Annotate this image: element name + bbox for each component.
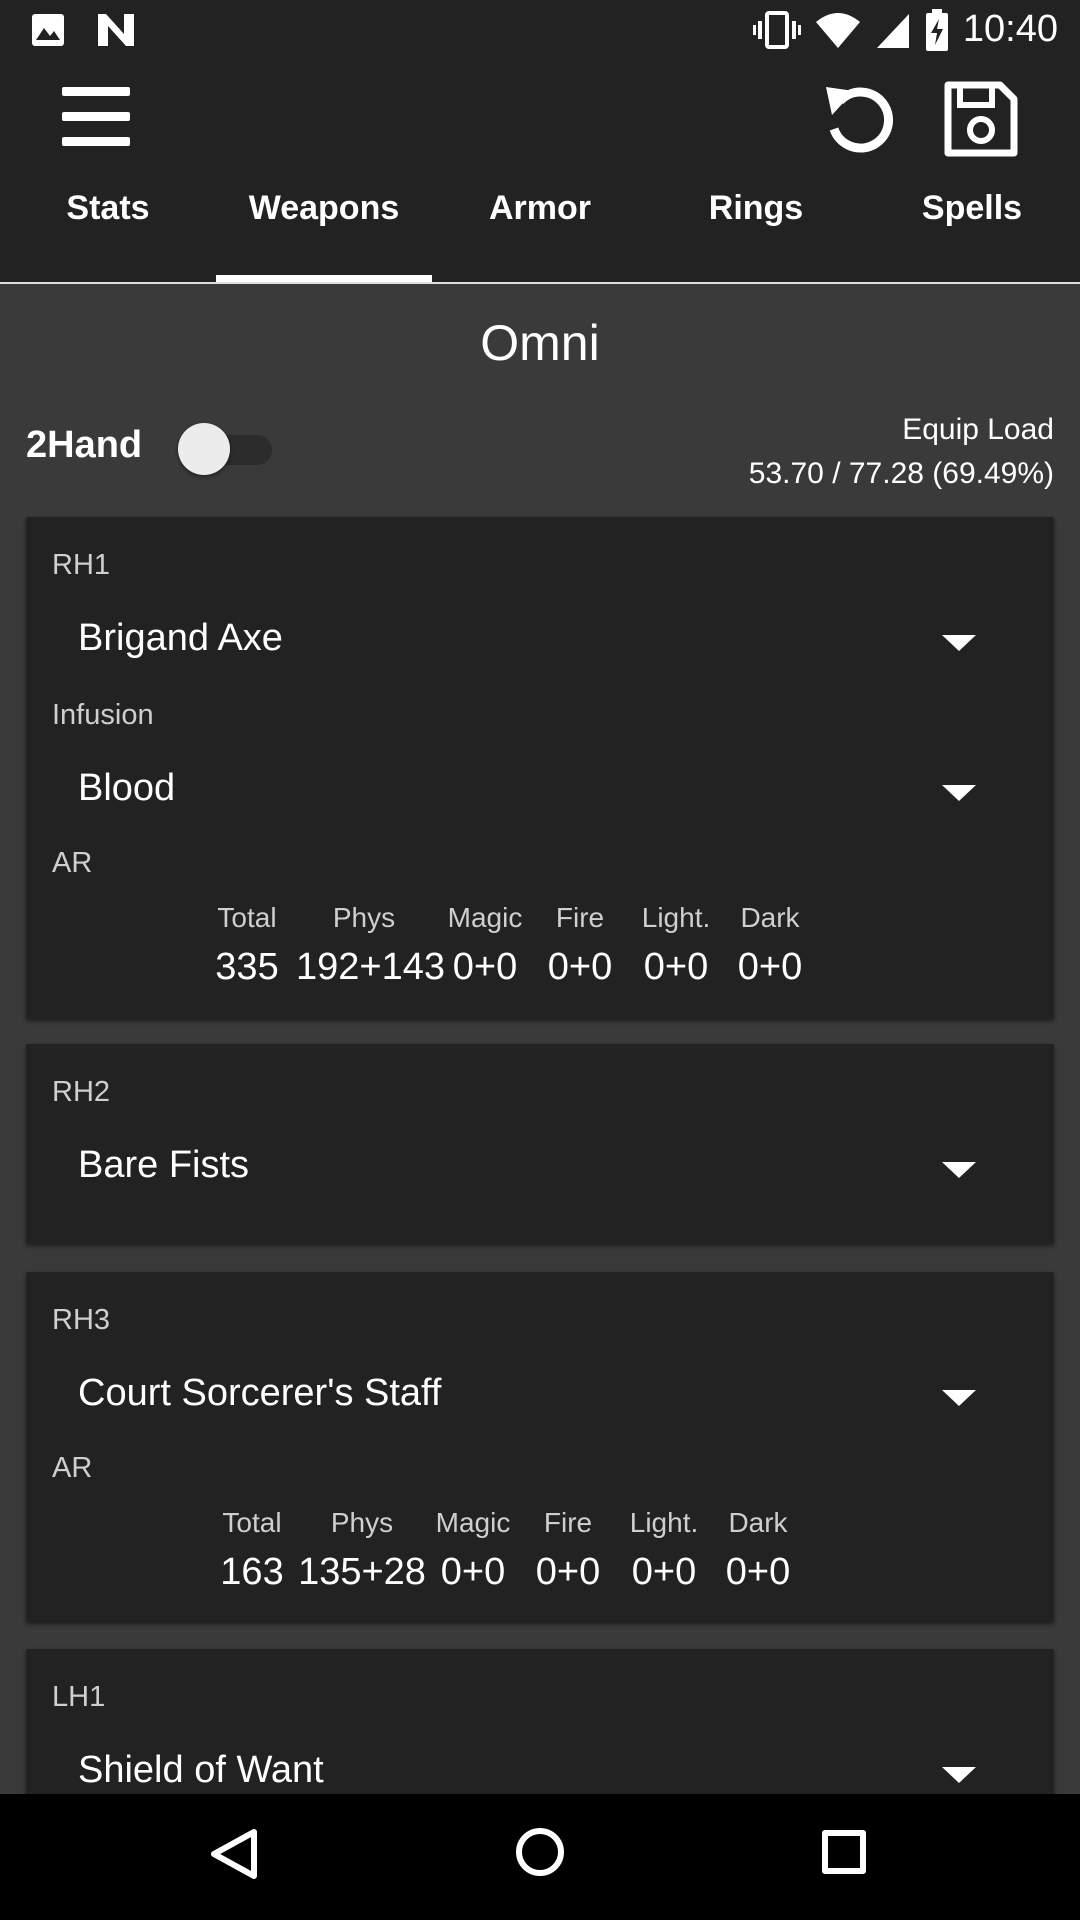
system-nav-bar	[0, 1794, 1080, 1920]
character-name: Omni	[480, 315, 600, 371]
ar-header: Total	[222, 1507, 282, 1538]
n-notification-icon	[98, 14, 134, 46]
back-icon[interactable]	[210, 1828, 258, 1880]
ar-label: AR	[52, 1452, 93, 1484]
dropdown-arrow-icon	[942, 1390, 976, 1406]
rh1-slot-label: RH1	[52, 549, 111, 581]
ar-header: Dark	[740, 902, 800, 933]
ar-header: Light.	[629, 1507, 699, 1538]
lh1-weapon-select[interactable]: Shield of Want	[78, 1739, 1038, 1794]
rh3-weapon-value: Court Sorcerer's Staff	[78, 1372, 442, 1414]
ar-value: 135+28	[298, 1551, 426, 1593]
two-hand-toggle[interactable]	[178, 423, 276, 475]
two-hand-label: 2Hand	[26, 424, 143, 466]
rh2-card: RH2 Bare Fists	[26, 1044, 1054, 1244]
reset-button[interactable]	[820, 79, 900, 159]
rh2-weapon-value: Bare Fists	[78, 1144, 250, 1186]
ar-header: Fire	[543, 1507, 593, 1538]
ar-value: 0+0	[547, 946, 613, 988]
dropdown-arrow-icon	[942, 635, 976, 651]
rh3-card: RH3 Court Sorcerer's Staff AR Total 163 P…	[26, 1272, 1054, 1622]
recents-icon[interactable]	[822, 1830, 866, 1874]
equip-load-value: 53.70 / 77.28 (69.49%)	[748, 457, 1054, 490]
infusion-select[interactable]: Blood	[78, 757, 1038, 827]
rh2-weapon-select[interactable]: Bare Fists	[78, 1134, 1038, 1204]
ar-value: 335	[215, 946, 279, 988]
weapons-content[interactable]: Omni 2Hand Equip Load 53.70 / 77.28 (69.…	[0, 284, 1080, 1794]
lh1-weapon-value: Shield of Want	[78, 1749, 324, 1791]
rh3-ar-table: Total 163 Phys 135+28 Magic 0+0 Fire 0+0 Lig…	[216, 1502, 796, 1600]
cell-signal-icon	[876, 13, 909, 48]
infusion-label: Infusion	[52, 699, 154, 731]
ar-value: 0+0	[631, 1551, 697, 1593]
ar-value: 0+0	[440, 1551, 506, 1593]
tab-spells[interactable]: Spells	[864, 183, 1080, 283]
ar-label: AR	[52, 847, 93, 879]
tab-bar: Stats Weapons Armor Rings Spells	[0, 183, 1080, 283]
ar-header: Phys	[332, 902, 396, 933]
rh3-weapon-select[interactable]: Court Sorcerer's Staff	[78, 1362, 1038, 1432]
ar-header: Magic	[447, 902, 523, 933]
ar-header: Light.	[641, 902, 711, 933]
menu-button[interactable]	[62, 87, 138, 151]
ar-header: Dark	[728, 1507, 788, 1538]
rh3-slot-label: RH3	[52, 1304, 111, 1336]
lh1-card: LH1 Shield of Want	[26, 1649, 1054, 1794]
equip-load: Equip Load 53.70 / 77.28 (69.49%)	[749, 408, 1054, 496]
vibrate-icon	[752, 10, 801, 49]
lh1-slot-label: LH1	[52, 1681, 106, 1713]
dropdown-arrow-icon	[942, 785, 976, 801]
tab-rings[interactable]: Rings	[648, 183, 864, 283]
menu-icon	[62, 87, 130, 96]
rh1-weapon-select[interactable]: Brigand Axe	[78, 607, 1038, 677]
home-icon[interactable]	[516, 1828, 564, 1876]
ar-value: 192+143	[296, 946, 445, 988]
tab-armor[interactable]: Armor	[432, 183, 648, 283]
ar-header: Phys	[330, 1507, 394, 1538]
dropdown-arrow-icon	[942, 1767, 976, 1783]
ar-header: Fire	[555, 902, 605, 933]
tab-stats[interactable]: Stats	[0, 183, 216, 283]
save-button[interactable]	[940, 79, 1020, 159]
ar-header: Total	[217, 902, 277, 933]
rh2-slot-label: RH2	[52, 1076, 111, 1108]
wifi-icon	[815, 12, 860, 48]
equip-load-title: Equip Load	[902, 413, 1054, 446]
ar-value: 163	[220, 1551, 284, 1593]
dropdown-arrow-icon	[942, 1162, 976, 1178]
status-bar: 10:40	[0, 0, 1080, 63]
infusion-value: Blood	[78, 767, 176, 809]
rh1-ar-table: Total 335 Phys 192+143 Magic 0+0 Fire 0+0 Li…	[204, 897, 808, 995]
ar-value: 0+0	[643, 946, 709, 988]
ar-value: 0+0	[452, 946, 518, 988]
ar-value: 0+0	[737, 946, 803, 988]
rh1-weapon-value: Brigand Axe	[78, 617, 283, 659]
tab-weapons[interactable]: Weapons	[216, 183, 432, 283]
ar-header: Magic	[435, 1507, 511, 1538]
rh1-card: RH1 Brigand Axe Infusion Blood AR Total 3…	[26, 517, 1054, 1019]
ar-value: 0+0	[535, 1551, 601, 1593]
image-notification-icon	[32, 14, 64, 46]
battery-icon	[925, 8, 948, 51]
ar-value: 0+0	[725, 1551, 791, 1593]
clock: 10:40	[962, 8, 1058, 50]
app-bar: Stats Weapons Armor Rings Spells	[0, 63, 1080, 283]
